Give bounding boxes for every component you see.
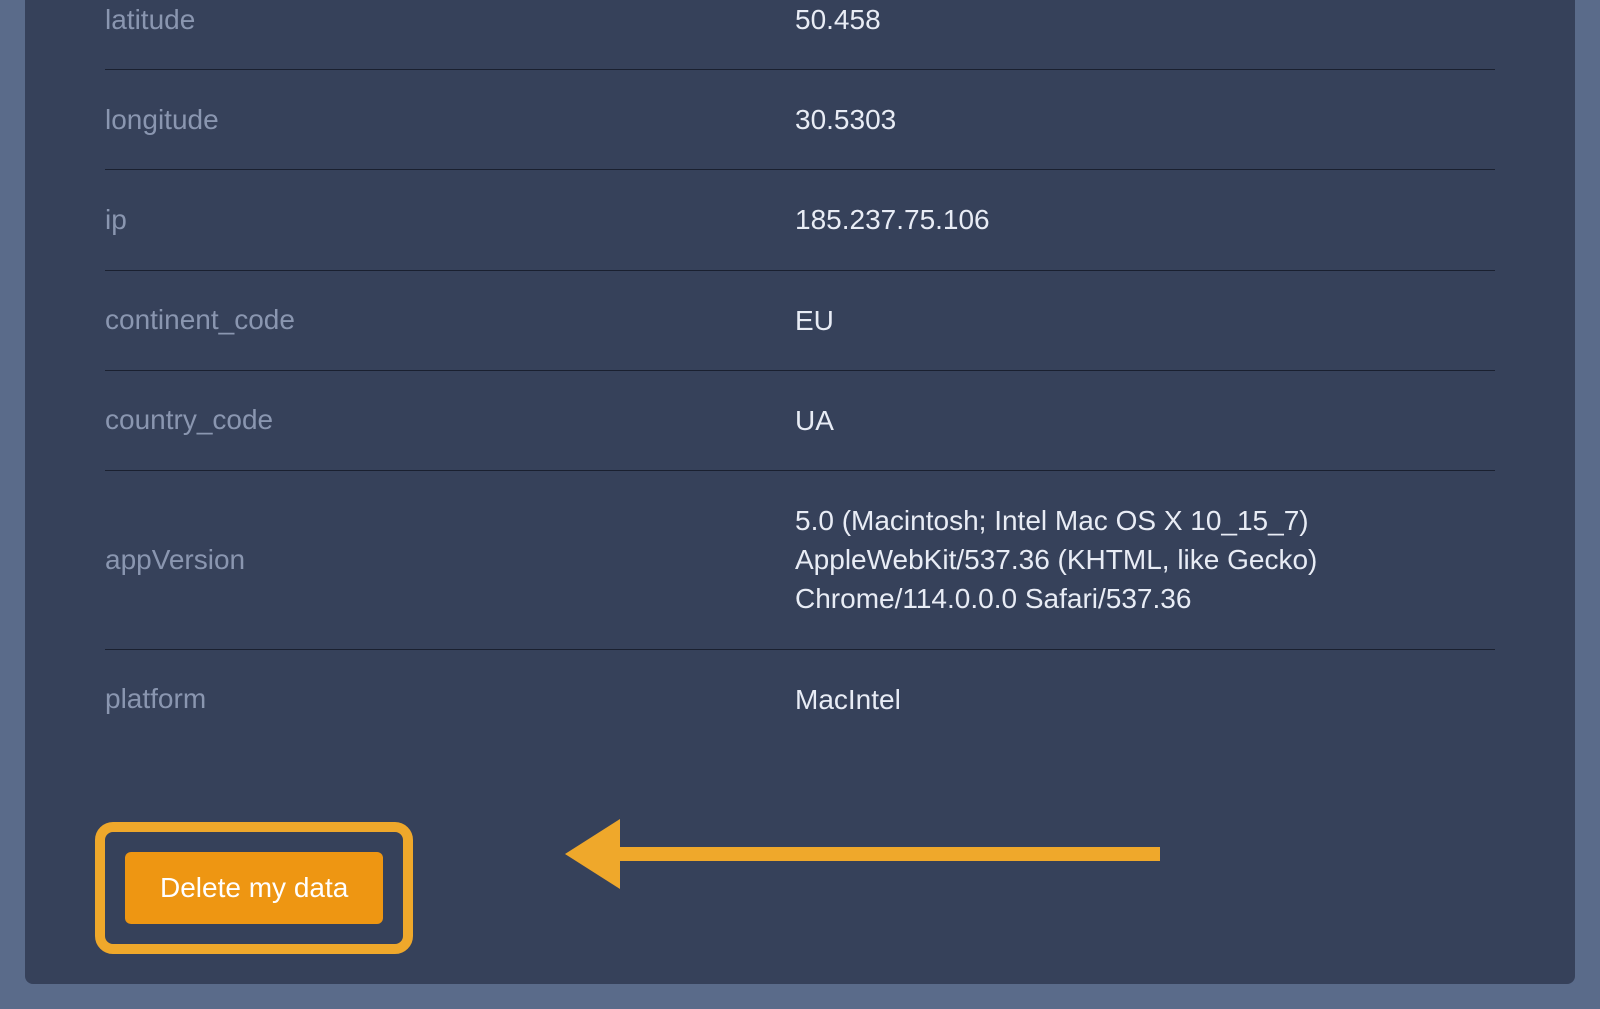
arrow-annotation — [565, 819, 1160, 889]
arrow-line — [620, 847, 1160, 861]
data-value-longitude: 30.5303 — [795, 100, 1495, 139]
table-row: appVersion 5.0 (Macintosh; Intel Mac OS … — [105, 471, 1495, 650]
data-key-app-version: appVersion — [105, 544, 795, 576]
arrow-left-icon — [565, 819, 620, 889]
table-row: ip 185.237.75.106 — [105, 170, 1495, 270]
data-value-app-version: 5.0 (Macintosh; Intel Mac OS X 10_15_7) … — [795, 501, 1495, 619]
data-value-platform: MacIntel — [795, 680, 1495, 719]
table-row: platform MacIntel — [105, 650, 1495, 749]
data-key-country-code: country_code — [105, 404, 795, 436]
data-key-platform: platform — [105, 683, 795, 715]
data-key-longitude: longitude — [105, 104, 795, 136]
data-key-latitude: latitude — [105, 4, 795, 36]
table-row: country_code UA — [105, 371, 1495, 471]
data-value-continent-code: EU — [795, 301, 1495, 340]
data-key-continent-code: continent_code — [105, 304, 795, 336]
data-value-country-code: UA — [795, 401, 1495, 440]
data-table: latitude 50.458 longitude 30.5303 ip 185… — [105, 0, 1495, 749]
table-row: continent_code EU — [105, 271, 1495, 371]
data-value-ip: 185.237.75.106 — [795, 200, 1495, 239]
data-key-ip: ip — [105, 204, 795, 236]
data-panel: latitude 50.458 longitude 30.5303 ip 185… — [25, 0, 1575, 984]
data-value-latitude: 50.458 — [795, 0, 1495, 39]
delete-button-highlight: Delete my data — [95, 822, 413, 954]
table-row: longitude 30.5303 — [105, 70, 1495, 170]
delete-my-data-button[interactable]: Delete my data — [125, 852, 383, 924]
table-row: latitude 50.458 — [105, 0, 1495, 70]
